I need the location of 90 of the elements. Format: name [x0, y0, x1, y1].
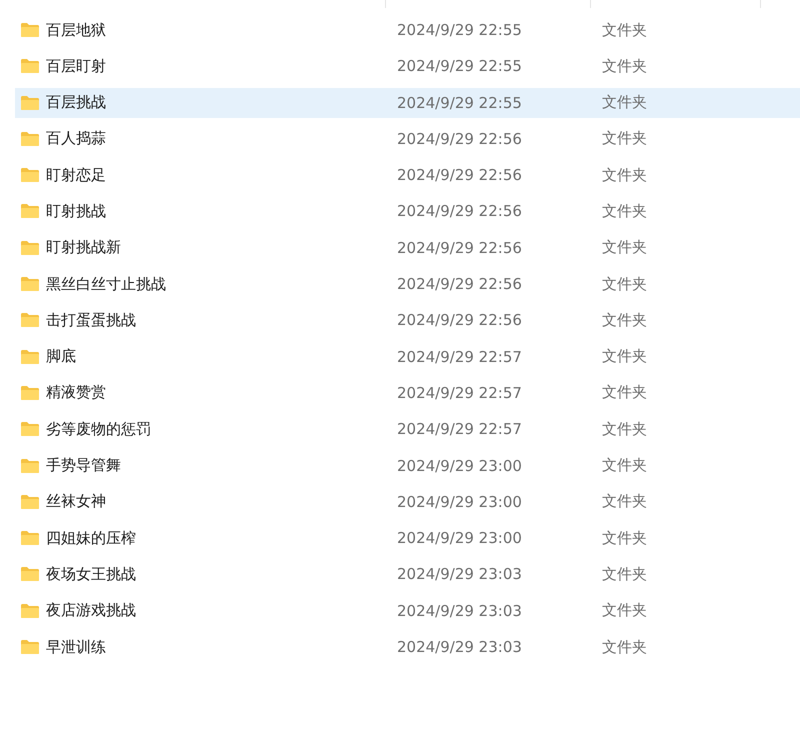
file-name: 盯射挑战: [46, 202, 106, 221]
modified-date: 2024/9/29 23:00: [397, 529, 523, 548]
modified-date: 2024/9/29 22:56: [397, 166, 523, 184]
file-name: 脚底: [46, 347, 76, 366]
file-name: 手势导管舞: [46, 456, 121, 476]
file-name: 精液赞赏: [46, 383, 106, 402]
file-type: 文件夹: [602, 383, 647, 402]
file-row[interactable]: 早泄训练 2024/9/29 23:03 文件夹: [15, 632, 800, 662]
file-row[interactable]: 劣等废物的惩罚 2024/9/29 22:57 文件夹: [15, 414, 800, 444]
file-type: 文件夹: [602, 638, 647, 657]
file-row[interactable]: 脚底 2024/9/29 22:57 文件夹: [15, 342, 800, 372]
file-name: 百层地狱: [46, 20, 106, 40]
file-name: 夜场女王挑战: [46, 564, 136, 584]
modified-date: 2024/9/29 23:00: [397, 456, 523, 475]
file-name: 百层挑战: [46, 93, 106, 112]
modified-date: 2024/9/29 22:56: [397, 130, 523, 148]
file-type: 文件夹: [602, 274, 647, 294]
modified-date: 2024/9/29 23:03: [397, 565, 523, 584]
file-name: 盯射挑战新: [46, 238, 121, 258]
modified-date: 2024/9/29 22:55: [397, 21, 523, 39]
file-row[interactable]: 百层盯射 2024/9/29 22:55 文件夹: [15, 51, 800, 82]
file-name: 丝袜女神: [46, 492, 106, 512]
file-type: 文件夹: [602, 56, 647, 76]
modified-date: 2024/9/29 22:56: [397, 275, 523, 294]
file-type: 文件夹: [602, 601, 647, 620]
folder-icon: [20, 602, 40, 619]
file-row[interactable]: 夜店游戏挑战 2024/9/29 23:03 文件夹: [15, 596, 800, 626]
folder-icon: [20, 22, 40, 38]
file-type: 文件夹: [602, 238, 647, 258]
file-name: 百层盯射: [46, 56, 106, 76]
folder-icon: [20, 348, 40, 365]
file-type: 文件夹: [602, 202, 647, 221]
folder-icon: [20, 384, 40, 401]
file-row[interactable]: 夜场女王挑战 2024/9/29 23:03 文件夹: [15, 559, 800, 590]
file-name: 黑丝白丝寸止挑战: [46, 274, 166, 294]
file-name: 早泄训练: [46, 638, 106, 657]
file-type: 文件夹: [602, 492, 647, 512]
file-type: 文件夹: [602, 310, 647, 330]
folder-icon: [20, 167, 40, 184]
file-row[interactable]: 盯射挑战 2024/9/29 22:56 文件夹: [15, 196, 800, 226]
file-name: 击打蛋蛋挑战: [46, 310, 136, 330]
modified-date: 2024/9/29 22:57: [397, 348, 523, 366]
file-name: 四姐妹的压榨: [46, 528, 136, 548]
file-row[interactable]: 黑丝白丝寸止挑战 2024/9/29 22:56 文件夹: [15, 269, 800, 300]
file-row[interactable]: 百层挑战 2024/9/29 22:55 文件夹: [15, 88, 800, 118]
modified-date: 2024/9/29 22:56: [397, 202, 523, 220]
file-type: 文件夹: [602, 528, 647, 548]
folder-icon: [20, 458, 40, 474]
modified-date: 2024/9/29 22:56: [397, 311, 523, 330]
file-row[interactable]: 精液赞赏 2024/9/29 22:57 文件夹: [15, 378, 800, 408]
file-row[interactable]: 百人捣蒜 2024/9/29 22:56 文件夹: [15, 124, 800, 154]
modified-date: 2024/9/29 22:57: [397, 384, 523, 402]
modified-date: 2024/9/29 22:56: [397, 238, 523, 257]
file-row[interactable]: 手势导管舞 2024/9/29 23:00 文件夹: [15, 450, 800, 481]
modified-date: 2024/9/29 23:00: [397, 492, 523, 511]
file-row[interactable]: 盯射挑战新 2024/9/29 22:56 文件夹: [15, 232, 800, 263]
file-name: 百人捣蒜: [46, 129, 106, 148]
folder-icon: [20, 312, 40, 328]
folder-icon: [20, 94, 40, 111]
folder-icon: [20, 58, 40, 74]
modified-date: 2024/9/29 23:03: [397, 602, 523, 620]
file-name: 盯射恋足: [46, 166, 106, 185]
modified-date: 2024/9/29 22:57: [397, 420, 523, 438]
file-name: 夜店游戏挑战: [46, 601, 136, 620]
file-row[interactable]: 丝袜女神 2024/9/29 23:00 文件夹: [15, 486, 800, 517]
file-type: 文件夹: [602, 420, 647, 439]
folder-icon: [20, 421, 40, 438]
file-row[interactable]: 盯射恋足 2024/9/29 22:56 文件夹: [15, 160, 800, 190]
file-type: 文件夹: [602, 129, 647, 148]
folder-icon: [20, 639, 40, 656]
file-row[interactable]: 百层地狱 2024/9/29 22:55 文件夹: [15, 15, 800, 45]
file-type: 文件夹: [602, 166, 647, 185]
modified-date: 2024/9/29 22:55: [397, 94, 523, 112]
file-row[interactable]: 击打蛋蛋挑战 2024/9/29 22:56 文件夹: [15, 305, 800, 336]
folder-icon: [20, 240, 40, 256]
folder-icon: [20, 130, 40, 147]
folder-icon: [20, 530, 40, 546]
folder-icon: [20, 203, 40, 220]
folder-icon: [20, 494, 40, 510]
modified-date: 2024/9/29 22:55: [397, 57, 523, 76]
folder-icon: [20, 276, 40, 292]
file-type: 文件夹: [602, 456, 647, 476]
folder-icon: [20, 566, 40, 582]
file-name: 劣等废物的惩罚: [46, 420, 151, 439]
file-row[interactable]: 四姐妹的压榨 2024/9/29 23:00 文件夹: [15, 523, 800, 554]
modified-date: 2024/9/29 23:03: [397, 638, 523, 656]
file-type: 文件夹: [602, 347, 647, 366]
file-type: 文件夹: [602, 93, 647, 112]
file-type: 文件夹: [602, 20, 647, 40]
file-type: 文件夹: [602, 564, 647, 584]
